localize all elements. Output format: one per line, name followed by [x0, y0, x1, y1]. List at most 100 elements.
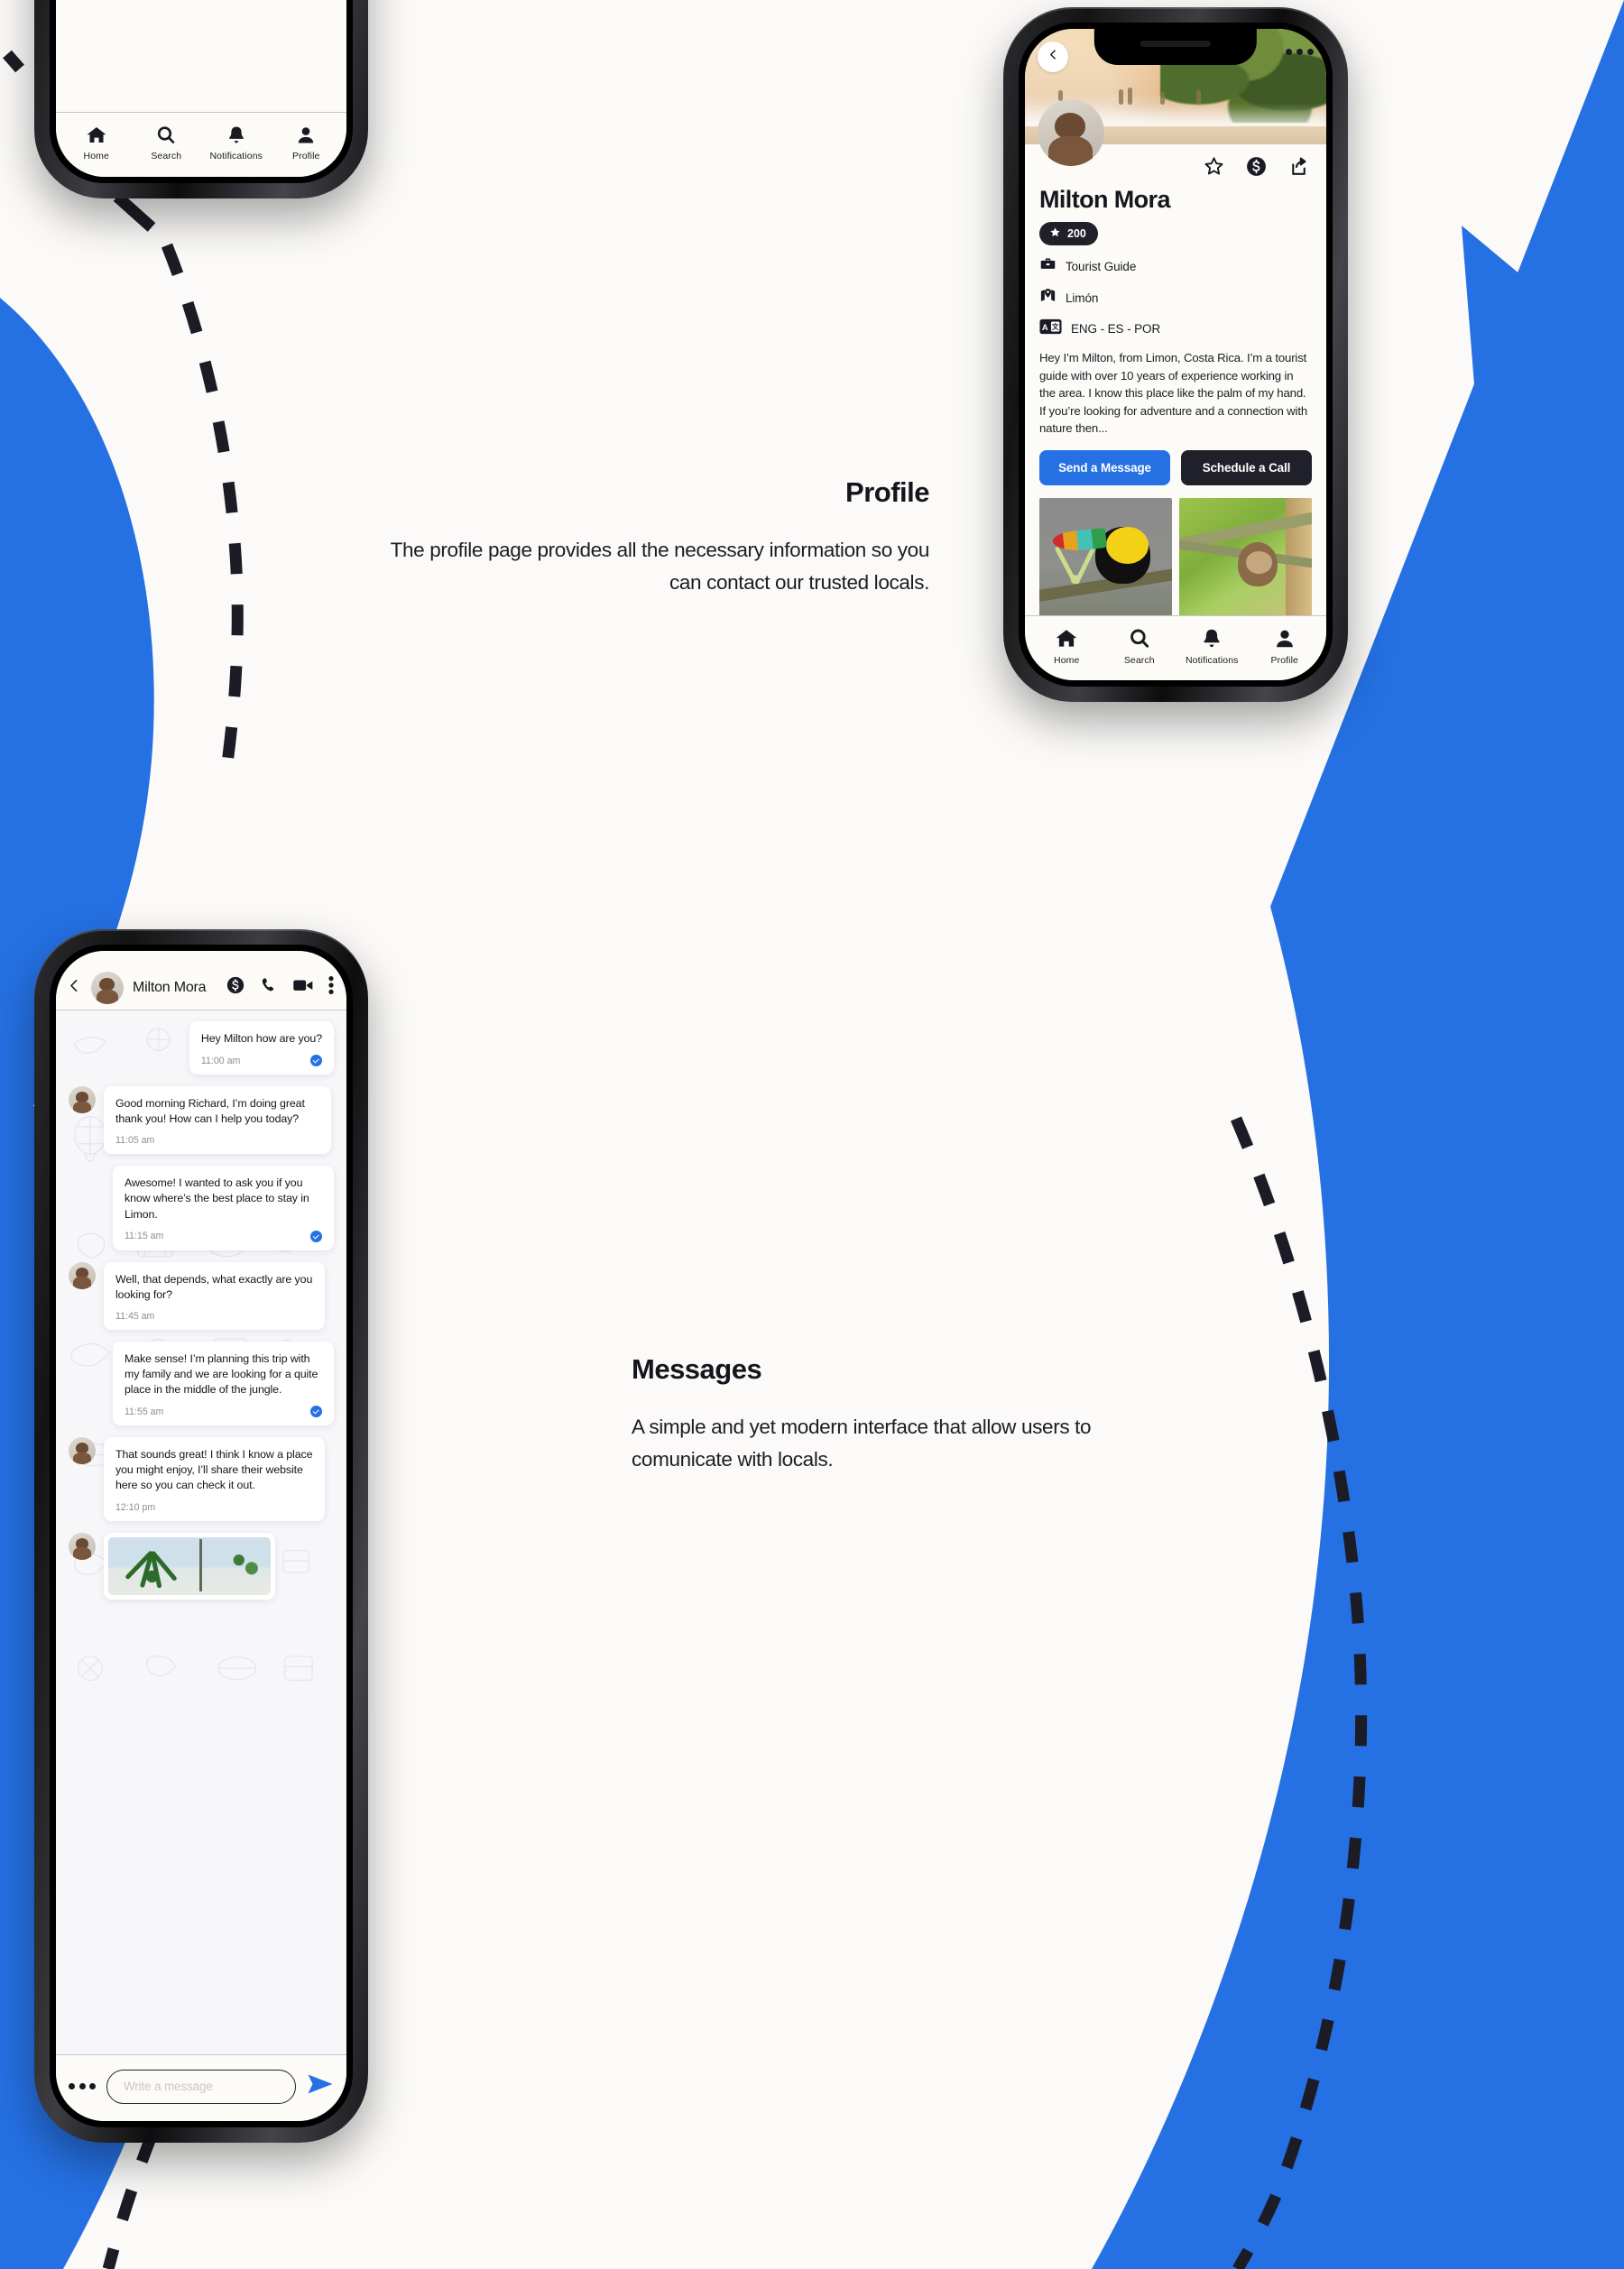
chat-bubble-incoming: Well, that depends, what exactly are you… [104, 1261, 325, 1330]
home-icon [1055, 627, 1078, 650]
message-time: 11:05 am [115, 1135, 155, 1147]
star-outline-icon[interactable] [1203, 155, 1225, 182]
more-vertical-icon[interactable] [328, 975, 334, 1000]
phone-profile-frame: Milton Mora 200 Tourist Guide Limón A 文 … [1003, 7, 1348, 702]
phone-article-screen: been declared national parks. Environmen… [56, 0, 346, 177]
tab-home-label: Home [83, 151, 109, 161]
chevron-left-icon[interactable] [67, 978, 82, 998]
occupation-label: Tourist Guide [1066, 259, 1137, 273]
star-filled-icon [1049, 226, 1061, 241]
tab-search[interactable]: Search [132, 125, 202, 161]
info-row-languages: A 文 ENG - ES - POR [1039, 318, 1312, 339]
tab-home[interactable]: Home [61, 125, 132, 161]
message-time: 11:00 am [200, 1055, 241, 1066]
message-text: That sounds great! I think I know a plac… [115, 1448, 313, 1492]
avatar [69, 1437, 96, 1465]
profile-content: Milton Mora 200 Tourist Guide Limón A 文 … [1025, 99, 1326, 680]
bell-icon [1200, 627, 1223, 650]
tab-profile[interactable]: Profile [272, 125, 342, 161]
chat-bubble-outgoing: Make sense! I’m planning this trip with … [113, 1341, 334, 1426]
chat-bubble-incoming: That sounds great! I think I know a plac… [104, 1437, 325, 1521]
page-title: Milton Mora [1039, 186, 1170, 213]
chat-bubble-photo[interactable] [104, 1532, 275, 1600]
more-horizontal-icon[interactable] [69, 2083, 96, 2089]
home-icon [86, 125, 107, 146]
tab-home[interactable]: Home [1030, 627, 1103, 666]
location-label: Limón [1066, 291, 1099, 305]
message-text: Awesome! I wanted to ask you if you know… [125, 1176, 309, 1221]
send-icon[interactable] [307, 2072, 334, 2100]
message-row: That sounds great! I think I know a plac… [69, 1437, 334, 1521]
rating-value: 200 [1067, 227, 1086, 240]
info-row-occupation: Tourist Guide [1039, 255, 1312, 277]
avatar [91, 971, 124, 1004]
gallery-photo-toucan[interactable] [1039, 497, 1172, 621]
chat-bubble-outgoing: Hey Milton how are you? 11:00 am [189, 1021, 334, 1075]
tab-search-label: Search [1123, 655, 1155, 666]
message-text: Good morning Richard, I’m doing great th… [115, 1097, 305, 1126]
chat-bubble-incoming: Good morning Richard, I’m doing great th… [104, 1086, 331, 1155]
caption-messages-body: A simple and yet modern interface that a… [632, 1416, 1092, 1471]
dollar-coin-icon[interactable] [1245, 155, 1268, 182]
message-row: Well, that depends, what exactly are you… [69, 1261, 334, 1330]
more-horizontal-icon[interactable] [1286, 49, 1314, 55]
phone-icon[interactable] [260, 976, 278, 999]
profile-bio: Hey I’m Milton, from Limon, Costa Rica. … [1039, 351, 1308, 436]
tab-notifications-label: Notifications [209, 151, 263, 161]
tab-notifications-label: Notifications [1186, 655, 1239, 666]
avatar [69, 1532, 96, 1560]
info-row-location: Limón [1039, 287, 1312, 309]
message-row [69, 1532, 334, 1600]
message-time: 11:55 am [125, 1406, 164, 1417]
send-a-message-button[interactable]: Send a Message [1039, 449, 1170, 485]
tab-profile-label: Profile [1270, 655, 1298, 666]
caption-profile-heading: Profile [845, 476, 929, 508]
phone-notch [1093, 29, 1258, 65]
share-icon[interactable] [1287, 155, 1310, 182]
message-time: 11:45 am [115, 1310, 155, 1322]
gallery-photo-sloth[interactable] [1179, 497, 1312, 621]
languages-label: ENG - ES - POR [1071, 322, 1161, 336]
chat-contact-name: Milton Mora [133, 979, 207, 995]
read-receipt-icon [310, 1230, 322, 1242]
back-button[interactable] [1038, 42, 1068, 72]
person-icon [1273, 627, 1296, 650]
avatar [1038, 99, 1104, 166]
tab-notifications[interactable]: Notifications [1176, 627, 1249, 666]
search-icon [1128, 627, 1151, 650]
message-row: Awesome! I wanted to ask you if you know… [69, 1166, 334, 1250]
message-row: Good morning Richard, I’m doing great th… [69, 1086, 334, 1155]
rating-badge: 200 [1039, 222, 1098, 245]
message-row: Make sense! I’m planning this trip with … [69, 1341, 334, 1426]
caption-messages: Messages A simple and yet modern interfa… [632, 1353, 1191, 1475]
phone-article-bezel: been declared national parks. Environmen… [50, 0, 353, 183]
chat-message-list[interactable]: Hey Milton how are you? 11:00 am Good mo… [56, 1010, 346, 2054]
message-input[interactable]: Write a message [106, 2069, 296, 2104]
briefcase-icon [1039, 255, 1057, 277]
tab-profile-label: Profile [292, 151, 320, 161]
caption-messages-heading: Messages [632, 1353, 762, 1385]
search-icon [155, 125, 177, 146]
message-input-placeholder: Write a message [124, 2080, 213, 2093]
article-content: been declared national parks. Environmen… [56, 0, 346, 112]
bottom-tab-bar: Home Search Notifications Profile [56, 112, 346, 177]
message-text: Hey Milton how are you? [200, 1032, 322, 1045]
caption-profile-body: The profile page provides all the necess… [390, 539, 930, 594]
tab-search[interactable]: Search [1103, 627, 1176, 666]
profile-details: Milton Mora 200 Tourist Guide Limón A 文 … [1025, 182, 1326, 680]
dollar-coin-icon[interactable] [226, 975, 245, 1000]
phone-article-frame: been declared national parks. Environmen… [34, 0, 368, 198]
read-receipt-icon [310, 1055, 322, 1067]
tab-profile[interactable]: Profile [1249, 627, 1322, 666]
tab-home-label: Home [1054, 655, 1080, 666]
schedule-a-call-button[interactable]: Schedule a Call [1181, 449, 1312, 485]
avatar [69, 1261, 96, 1289]
message-text: Well, that depends, what exactly are you… [115, 1272, 313, 1301]
video-camera-icon[interactable] [292, 975, 314, 1000]
chevron-left-icon [1047, 49, 1059, 65]
chat-header-icons [226, 975, 336, 1000]
tab-notifications[interactable]: Notifications [201, 125, 272, 161]
message-text: Make sense! I’m planning this trip with … [125, 1351, 318, 1397]
person-icon [295, 125, 317, 146]
profile-cta-row: Send a Message Schedule a Call [1039, 449, 1312, 485]
